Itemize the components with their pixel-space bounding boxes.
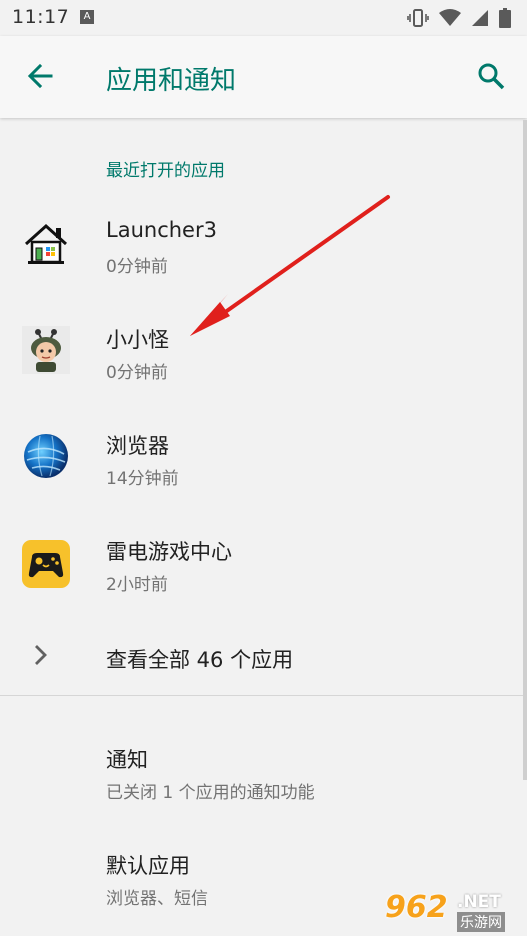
watermark-domain: .NET — [457, 892, 501, 912]
watermark-logo: 962 .NET 乐游网 — [385, 890, 521, 934]
watermark-label: 乐游网 — [457, 912, 505, 932]
watermark-number: 962 — [385, 890, 448, 925]
annotation-arrow-icon — [190, 195, 390, 336]
